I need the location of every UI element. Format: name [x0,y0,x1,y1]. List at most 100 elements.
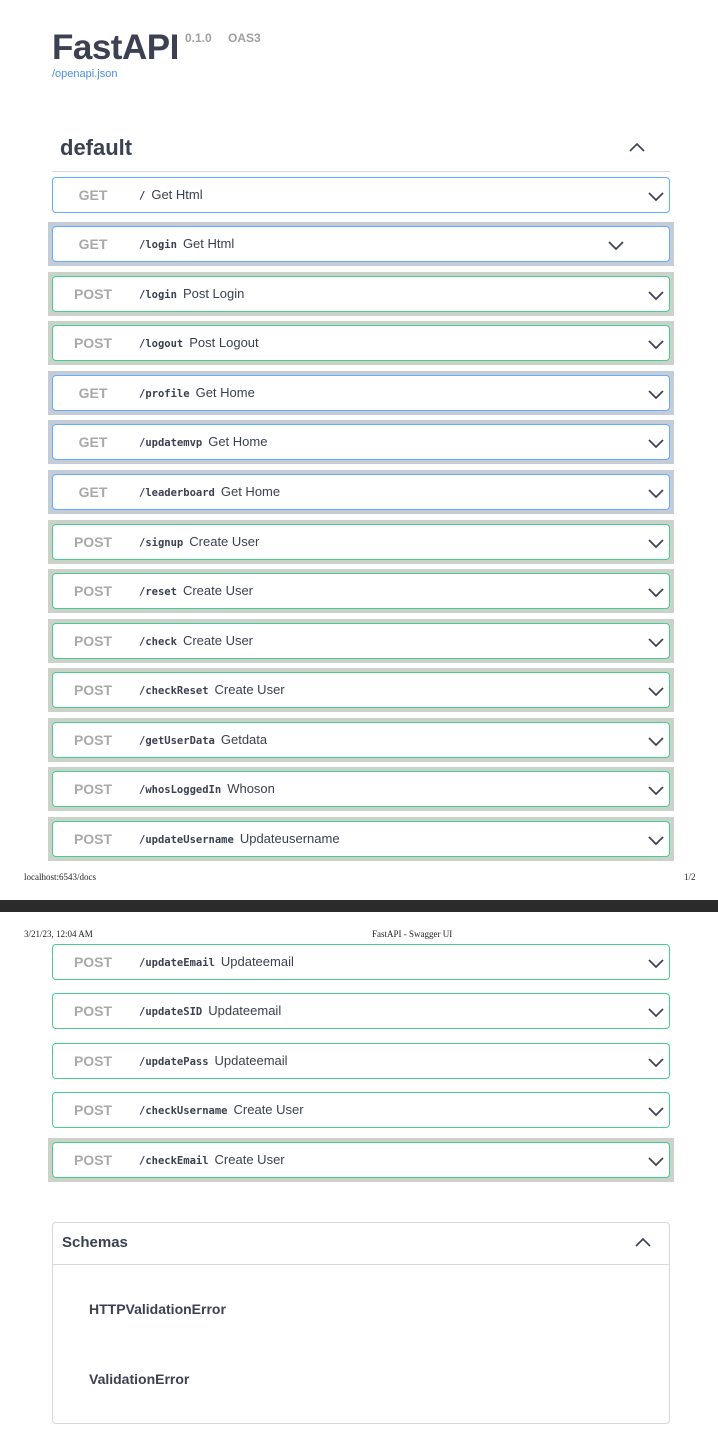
path-text: /updatePass [139,1056,209,1068]
operation-block: POST/logout Post Logout [48,321,674,365]
method-badge: POST [73,335,113,351]
operation-block: GET/updatemvp Get Home [48,420,674,464]
operation-summary: Getdata [220,732,268,747]
operation-summary: Get Home [220,484,281,499]
expand-chevron-icon[interactable] [647,385,665,403]
expand-chevron-icon[interactable] [647,831,665,849]
operation-summary: Updateusername [239,831,340,846]
operation-post-logout[interactable]: POST/logout Post Logout [52,325,670,361]
expand-chevron-icon[interactable] [647,781,665,799]
operation-get-profile[interactable]: GET/profile Get Home [52,375,670,411]
collapse-arrow-icon[interactable] [629,140,645,156]
expand-chevron-icon[interactable] [647,682,665,700]
operation-path: /check Create User [139,624,253,658]
expand-chevron-icon[interactable] [647,187,665,205]
operation-path: /updateUsername Updateusername [139,822,340,856]
operation-get-root[interactable]: GET / Get Html [52,177,670,213]
operation-get-login[interactable]: GET/login Get Html [52,226,670,262]
operation-block: POST/check Create User [48,619,674,663]
schema-model-validationerror[interactable]: ValidationError [89,1371,189,1387]
expand-chevron-icon[interactable] [647,434,665,452]
collapse-arrow-icon[interactable] [635,1235,651,1251]
api-title: FastAPI [52,28,179,67]
operation-block: POST/checkReset Create User [48,668,674,712]
method-badge: POST [73,1102,113,1118]
path-text: /profile [139,388,190,400]
schemas-title: Schemas [62,1234,128,1251]
expand-chevron-icon[interactable] [647,1053,665,1071]
method-badge: POST [73,732,113,748]
operation-path: /checkEmail Create User [139,1143,285,1177]
operation-post-updatepass[interactable]: POST/updatePass Updateemail [52,1043,670,1079]
operation-block: GET/profile Get Home [48,371,674,415]
path-text: /login [139,239,177,251]
operation-summary: Create User [214,1152,285,1167]
print-page-1: FastAPI 0.1.0 OAS3 /openapi.json default… [0,0,718,900]
operation-summary: Get Home [195,385,255,400]
operation-block: POST/login Post Login [48,272,674,316]
method-badge: GET [78,236,108,252]
tag-section-default[interactable]: default [52,126,670,172]
operation-post-reset[interactable]: POST/reset Create User [52,573,670,609]
path-text: /updateUsername [139,834,234,846]
method-badge: POST [73,1003,113,1019]
operation-summary: Updateemail [208,1003,282,1018]
method-badge: POST [73,1053,113,1069]
expand-chevron-icon[interactable] [647,1102,665,1120]
operation-path: /profile Get Home [139,376,255,410]
expand-chevron-icon[interactable] [647,534,665,552]
expand-chevron-icon[interactable] [647,1152,665,1170]
expand-chevron-icon[interactable] [647,954,665,972]
method-badge: GET [78,385,108,401]
method-badge: POST [73,1152,113,1168]
operation-block: GET / Get Html [48,173,674,217]
method-badge: POST [73,682,113,698]
operation-post-getuserdata[interactable]: POST/getUserData Getdata [52,722,670,758]
operation-post-checkemail[interactable]: POST/checkEmail Create User [52,1142,670,1178]
method-badge: POST [73,583,113,599]
operation-path: /updateEmail Updateemail [139,945,294,979]
operation-get-updatemvp[interactable]: GET/updatemvp Get Home [52,424,670,460]
path-text: /logout [139,338,184,350]
operation-post-updatesid[interactable]: POST/updateSID Updateemail [52,993,670,1029]
operation-summary: Get Html [182,236,235,251]
operation-post-updateusername[interactable]: POST/updateUsername Updateusername [52,821,670,857]
operation-block: GET/login Get Html [48,222,674,266]
operation-post-updateemail[interactable]: POST/updateEmail Updateemail [52,944,670,980]
expand-chevron-icon[interactable] [647,286,665,304]
operation-block: POST/reset Create User [48,569,674,613]
operation-post-check[interactable]: POST/check Create User [52,623,670,659]
operation-get-leaderboard[interactable]: GET/leaderboard Get Home [52,474,670,510]
operation-path: /updateSID Updateemail [139,994,281,1028]
expand-chevron-icon[interactable] [647,335,665,353]
operation-summary: Create User [189,534,260,549]
expand-chevron-icon[interactable] [647,583,665,601]
expand-chevron-icon[interactable] [607,236,625,254]
expand-chevron-icon[interactable] [647,484,665,502]
operation-block: POST/updatePass Updateemail [48,1039,674,1083]
path-text: /getUserData [139,735,215,747]
operation-post-whosloggedin[interactable]: POST/whosLoggedIn Whoson [52,771,670,807]
print-header-date: 3/21/23, 12:04 AM [24,929,93,939]
schemas-header[interactable]: Schemas [53,1223,669,1265]
operation-summary: Updateemail [214,1053,288,1068]
method-badge: POST [73,286,113,302]
operation-post-checkreset[interactable]: POST/checkReset Create User [52,672,670,708]
openapi-json-link[interactable]: /openapi.json [52,68,117,80]
print-header-title: FastAPI - Swagger UI [372,929,453,939]
oas-badge: OAS3 [228,31,261,45]
expand-chevron-icon[interactable] [647,732,665,750]
operation-summary: Create User [182,633,254,648]
expand-chevron-icon[interactable] [647,633,665,651]
method-badge: POST [73,781,113,797]
expand-chevron-icon[interactable] [647,1003,665,1021]
operation-post-signup[interactable]: POST/signup Create User [52,524,670,560]
schema-model-httpvalidationerror[interactable]: HTTPValidationError [89,1301,226,1317]
path-text: /check [139,636,177,648]
operation-post-login[interactable]: POST/login Post Login [52,276,670,312]
operation-path: /leaderboard Get Home [139,475,280,509]
operation-post-checkusername[interactable]: POST/checkUsername Create User [52,1092,670,1128]
path-text: /updatemvp [139,437,203,449]
tag-title: default [60,135,133,160]
page-break [0,900,718,912]
